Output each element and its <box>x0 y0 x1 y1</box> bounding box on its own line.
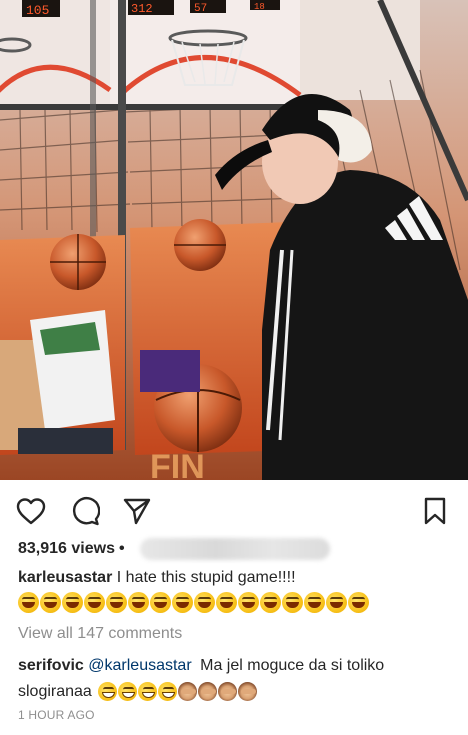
views-separator: • <box>118 540 125 557</box>
post-action-bar <box>0 488 468 532</box>
comment-mention[interactable]: @karleusastar <box>88 657 191 674</box>
grinning-squinting-face-emoji <box>117 682 137 701</box>
rolling-on-floor-laughing-emoji <box>216 592 237 613</box>
rolling-on-floor-laughing-emoji <box>282 592 303 613</box>
caption-username[interactable]: karleusastar <box>18 569 112 586</box>
comment-icon <box>73 497 100 526</box>
see-no-evil-monkey-emoji <box>177 682 197 701</box>
rolling-on-floor-laughing-emoji <box>326 592 347 613</box>
comment-line-2: slogiranaa <box>18 682 257 701</box>
bookmark-icon <box>424 497 446 525</box>
save-button[interactable] <box>418 494 452 528</box>
like-button[interactable] <box>14 494 48 528</box>
rolling-on-floor-laughing-emoji <box>150 592 171 613</box>
scoreboard-right: 18 <box>254 2 265 12</box>
scoreboard-left: 105 <box>26 3 49 18</box>
rolling-on-floor-laughing-emoji <box>62 592 83 613</box>
rolling-on-floor-laughing-emoji <box>40 592 61 613</box>
post-media[interactable]: 105 312 57 18 FIN <box>0 0 468 480</box>
blurred-tagged-users <box>140 538 330 560</box>
comment-text: Ma jel moguce da si toliko <box>200 657 385 674</box>
view-all-comments-link[interactable]: View all 147 comments <box>18 625 182 643</box>
grinning-squinting-face-emoji <box>97 682 117 701</box>
grinning-squinting-face-emoji <box>157 682 177 701</box>
rolling-on-floor-laughing-emoji <box>84 592 105 613</box>
rolling-on-floor-laughing-emoji <box>18 592 39 613</box>
views-count[interactable]: 83,916 views <box>18 540 115 557</box>
scoreboard-mid2: 57 <box>194 3 207 15</box>
comment-username[interactable]: serifovic <box>18 657 84 674</box>
scoreboard-mid: 312 <box>131 2 153 16</box>
caption: karleusastar I hate this stupid game!!!! <box>18 569 296 587</box>
comment-button[interactable] <box>68 494 102 528</box>
arcade-photo: 105 312 57 18 FIN <box>0 0 468 480</box>
caption-emoji-row <box>18 592 369 613</box>
grinning-squinting-face-emoji <box>137 682 157 701</box>
rolling-on-floor-laughing-emoji <box>172 592 193 613</box>
rolling-on-floor-laughing-emoji <box>348 592 369 613</box>
post-timestamp: 1 HOUR AGO <box>18 708 95 722</box>
paper-plane-icon <box>123 498 151 525</box>
rolling-on-floor-laughing-emoji <box>128 592 149 613</box>
see-no-evil-monkey-emoji <box>217 682 237 701</box>
share-button[interactable] <box>120 494 154 528</box>
rolling-on-floor-laughing-emoji <box>238 592 259 613</box>
game-label: FIN <box>150 448 205 480</box>
rolling-on-floor-laughing-emoji <box>260 592 281 613</box>
heart-icon <box>16 498 46 525</box>
rolling-on-floor-laughing-emoji <box>304 592 325 613</box>
comment-emoji-row <box>97 682 257 701</box>
see-no-evil-monkey-emoji <box>197 682 217 701</box>
comment-text-line2: slogiranaa <box>18 682 92 700</box>
comment: serifovic @karleusastar Ma jel moguce da… <box>18 657 384 675</box>
see-no-evil-monkey-emoji <box>237 682 257 701</box>
caption-text: I hate this stupid game!!!! <box>116 569 296 586</box>
views-count-row[interactable]: 83,916 views • <box>18 540 125 558</box>
rolling-on-floor-laughing-emoji <box>106 592 127 613</box>
rolling-on-floor-laughing-emoji <box>194 592 215 613</box>
